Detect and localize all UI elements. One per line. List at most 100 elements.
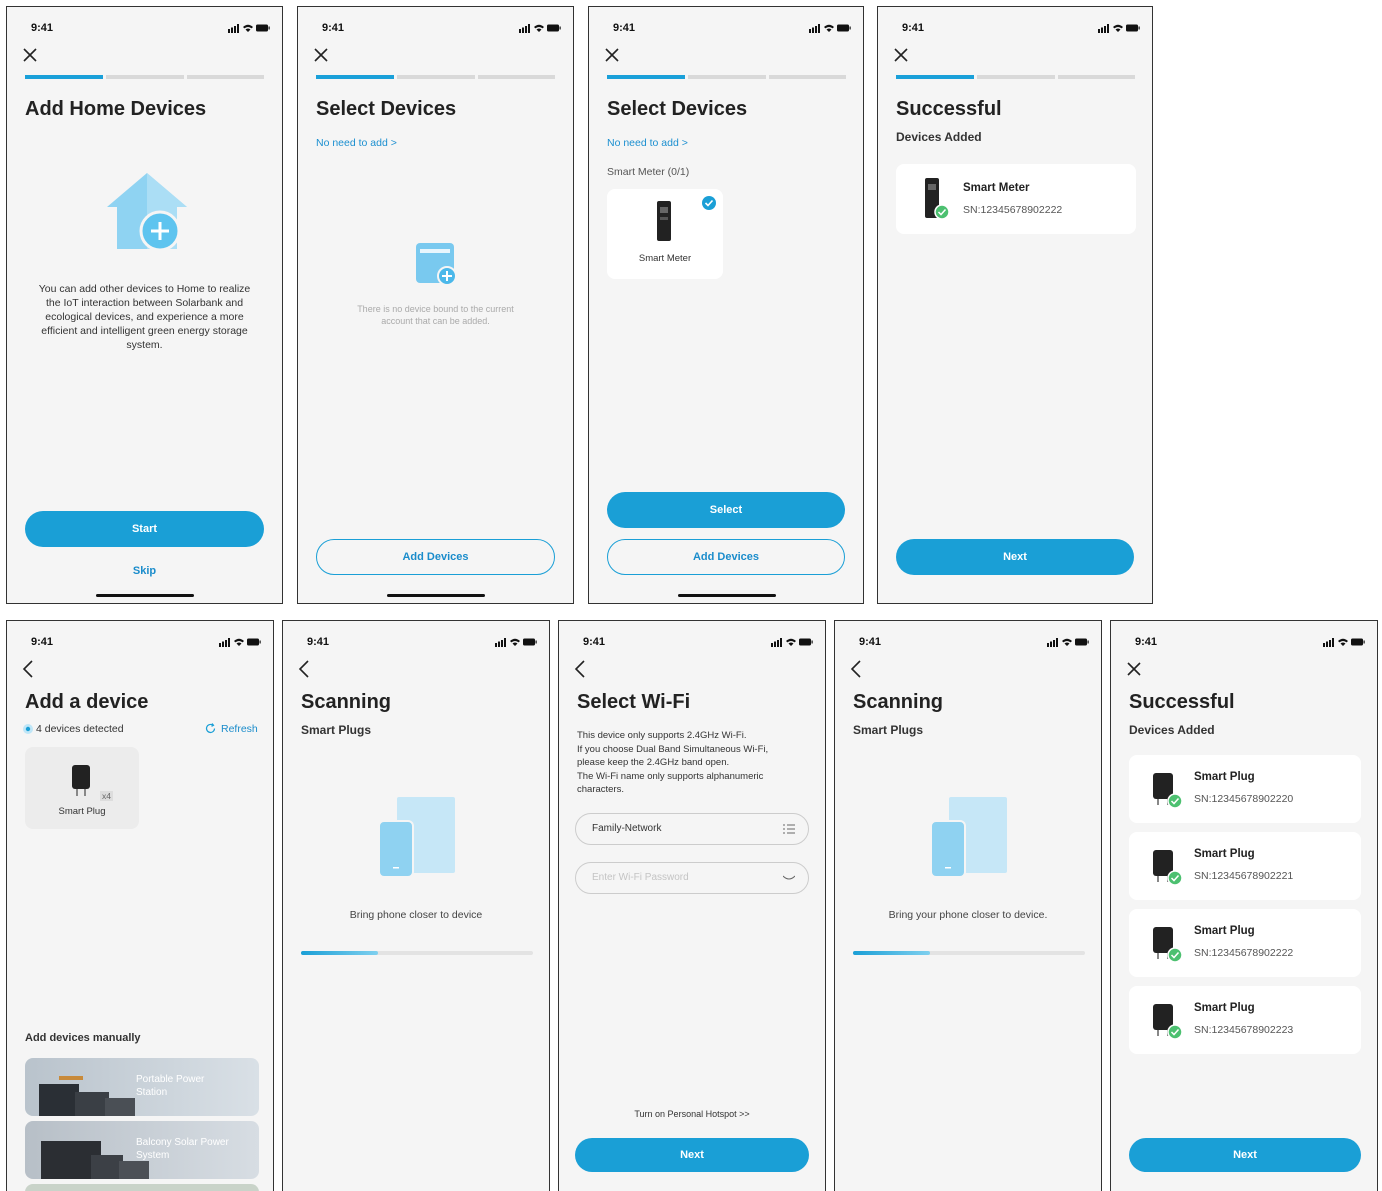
- status-icons: [771, 638, 813, 647]
- next-button[interactable]: Next: [1129, 1138, 1361, 1172]
- add-devices-button[interactable]: Add Devices: [316, 539, 555, 575]
- status-icons: [1047, 638, 1089, 647]
- close-icon[interactable]: [603, 46, 621, 64]
- wifi-req-line: The Wi-Fi name only supports alphanumeri…: [577, 770, 764, 782]
- wifi-requirements: This device only supports 2.4GHz Wi-Fi. …: [577, 729, 811, 797]
- device-card-smart-meter[interactable]: Smart Meter: [607, 189, 723, 279]
- status-icons: [219, 638, 261, 647]
- smart-plug-success-icon: [1153, 1004, 1183, 1040]
- page-title: Scanning: [301, 691, 392, 713]
- wifi-req-line: characters.: [577, 784, 624, 795]
- step-progress: [896, 75, 1135, 79]
- home-indicator: [387, 594, 485, 597]
- scan-progress: [853, 951, 1085, 955]
- device-name: Smart Plug: [1194, 925, 1255, 937]
- refresh-link[interactable]: Refresh: [221, 723, 258, 735]
- page-subtitle: Smart Plugs: [853, 723, 924, 737]
- status-time: 9:41: [31, 636, 54, 648]
- back-icon[interactable]: [21, 659, 35, 679]
- device-sn: SN:12345678902223: [1194, 1024, 1294, 1036]
- status-time: 9:41: [307, 636, 330, 648]
- status-bar: 9:41: [7, 17, 282, 37]
- status-icons: [1323, 638, 1365, 647]
- device-card-label: Smart Plug: [58, 806, 106, 817]
- personal-hotspot-link[interactable]: Turn on Personal Hotspot >>: [559, 1109, 825, 1119]
- wifi-network-field[interactable]: Family-Network: [575, 813, 809, 845]
- next-button[interactable]: Next: [896, 539, 1134, 575]
- category-balcony-solar[interactable]: Balcony Solar Power System: [25, 1121, 259, 1179]
- start-button[interactable]: Start: [25, 511, 264, 547]
- added-device-card: Smart Plug SN:12345678902222: [1129, 909, 1361, 977]
- list-icon[interactable]: [783, 824, 795, 834]
- refresh-icon[interactable]: [205, 723, 216, 734]
- scan-hint: Bring phone closer to device: [349, 909, 483, 921]
- page-title: Successful: [896, 98, 1002, 120]
- page-subtitle: Smart Plugs: [301, 723, 372, 737]
- device-name: Smart Plug: [1194, 848, 1255, 860]
- step-progress: [316, 75, 555, 79]
- select-button[interactable]: Select: [607, 492, 845, 528]
- back-icon[interactable]: [849, 659, 863, 679]
- phone-near-device-icon: [379, 797, 455, 878]
- page-subtitle: Devices Added: [1129, 723, 1215, 737]
- status-bar: 9:41: [298, 17, 573, 37]
- category-label: Portable Power Station: [136, 1074, 205, 1098]
- balcony-solar-image: [41, 1141, 149, 1179]
- screen-add-home-devices: 9:41 Add Home Devices You can add other …: [6, 6, 283, 604]
- back-icon[interactable]: [297, 659, 311, 679]
- no-need-to-add-link[interactable]: No need to add >: [607, 137, 688, 149]
- status-bar: 9:41: [559, 631, 825, 651]
- close-icon[interactable]: [1125, 660, 1143, 678]
- wifi-password-placeholder: Enter Wi-Fi Password: [592, 872, 689, 883]
- device-name: Smart Plug: [1194, 771, 1255, 783]
- scan-progress: [301, 951, 533, 955]
- close-icon[interactable]: [892, 46, 910, 64]
- status-icons: [1098, 24, 1140, 33]
- eye-closed-icon[interactable]: [783, 875, 795, 881]
- status-icons: [495, 638, 537, 647]
- status-bar: 9:41: [1111, 631, 1377, 651]
- category-next-partial[interactable]: [25, 1184, 259, 1191]
- empty-text: There is no device bound to the current …: [357, 304, 514, 326]
- page-title: Scanning: [853, 691, 944, 713]
- back-icon[interactable]: [573, 659, 587, 679]
- device-sn: SN:12345678902222: [963, 204, 1063, 216]
- smart-plug-success-icon: [1153, 927, 1183, 963]
- category-portable-power-station[interactable]: Portable Power Station: [25, 1058, 259, 1116]
- home-indicator: [96, 594, 194, 597]
- status-time: 9:41: [613, 22, 636, 34]
- status-time: 9:41: [902, 22, 925, 34]
- category-label: Balcony Solar Power System: [136, 1137, 229, 1161]
- screen-select-wifi: 9:41 Select Wi-Fi This device only suppo…: [558, 620, 826, 1191]
- selected-check-icon: [702, 196, 716, 210]
- detected-count: 4 devices detected: [36, 723, 124, 735]
- description-text: You can add other devices to Home to rea…: [38, 283, 251, 351]
- added-device-card: Smart Plug SN:12345678902220: [1129, 755, 1361, 823]
- no-need-to-add-link[interactable]: No need to add >: [316, 137, 397, 149]
- wifi-req-line: If you choose Dual Band Simultaneous Wi-…: [577, 743, 769, 755]
- step-progress: [25, 75, 264, 79]
- add-devices-button[interactable]: Add Devices: [607, 539, 845, 575]
- page-title: Select Devices: [607, 98, 748, 120]
- device-sn: SN:12345678902220: [1194, 793, 1294, 805]
- device-name: Smart Meter: [963, 182, 1030, 194]
- status-bar: 9:41: [7, 631, 273, 651]
- close-icon[interactable]: [21, 46, 39, 64]
- device-card-label: Smart Meter: [638, 253, 692, 264]
- smart-meter-icon: [657, 201, 671, 241]
- page-title: Add a device: [25, 691, 149, 713]
- page-title: Select Devices: [316, 98, 457, 120]
- close-icon[interactable]: [312, 46, 330, 64]
- added-device-card: Smart Plug SN:12345678902221: [1129, 832, 1361, 900]
- screen-select-devices: 9:41 Select Devices No need to add > Sma…: [588, 6, 864, 604]
- next-button[interactable]: Next: [575, 1138, 809, 1172]
- home-indicator: [678, 594, 776, 597]
- step-progress: [607, 75, 846, 79]
- home-add-icon: [107, 173, 187, 252]
- status-time: 9:41: [859, 636, 882, 648]
- skip-link[interactable]: Skip: [7, 565, 282, 577]
- empty-device-icon: [416, 243, 457, 286]
- device-sn: SN:12345678902221: [1194, 870, 1294, 882]
- wifi-password-field[interactable]: Enter Wi-Fi Password: [575, 862, 809, 894]
- detected-device-card[interactable]: x4 Smart Plug: [25, 747, 139, 829]
